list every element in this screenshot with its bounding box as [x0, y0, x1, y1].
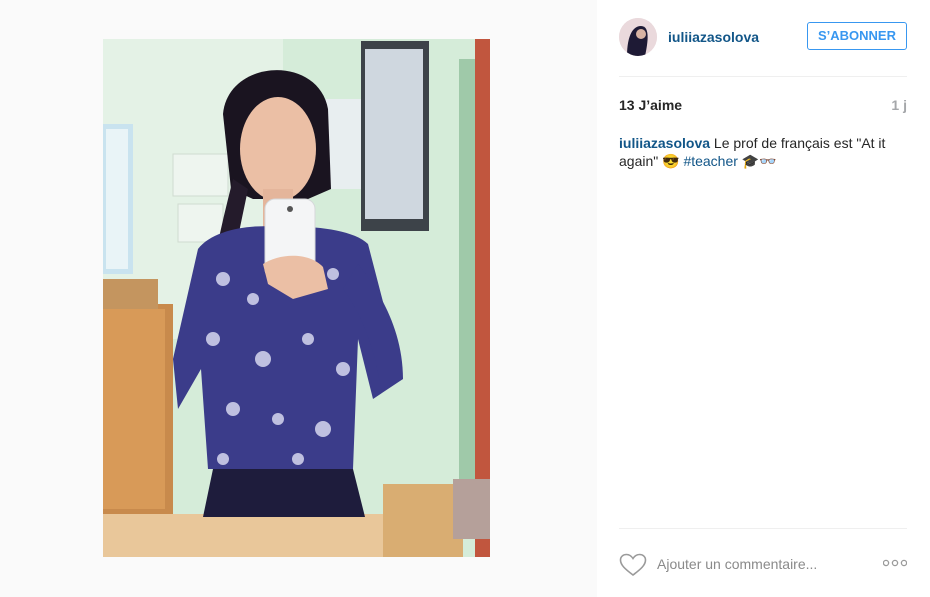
username-link[interactable]: iuliiazasolova	[668, 29, 759, 45]
avatar[interactable]	[619, 18, 657, 56]
post-footer	[619, 528, 907, 589]
post-header: iuliiazasolova S’ABONNER	[619, 16, 907, 77]
post-caption: iuliiazasolova Le prof de français est "…	[619, 134, 907, 170]
caption-emojis: 🎓👓	[737, 153, 777, 169]
more-options-icon[interactable]	[883, 559, 907, 567]
follow-button[interactable]: S’ABONNER	[807, 22, 907, 50]
post-timestamp[interactable]: 1 j	[891, 97, 907, 113]
hashtag-link[interactable]: #teacher	[683, 153, 737, 169]
photo-pane	[0, 0, 597, 597]
post-side-panel: iuliiazasolova S’ABONNER 13 J’aime 1 j i…	[597, 0, 930, 597]
caption-username-link[interactable]: iuliiazasolova	[619, 135, 710, 151]
comment-input[interactable]	[657, 553, 857, 575]
like-count[interactable]: 13 J’aime	[619, 97, 682, 113]
heart-icon[interactable]	[619, 553, 647, 577]
post-photo[interactable]	[103, 39, 490, 557]
